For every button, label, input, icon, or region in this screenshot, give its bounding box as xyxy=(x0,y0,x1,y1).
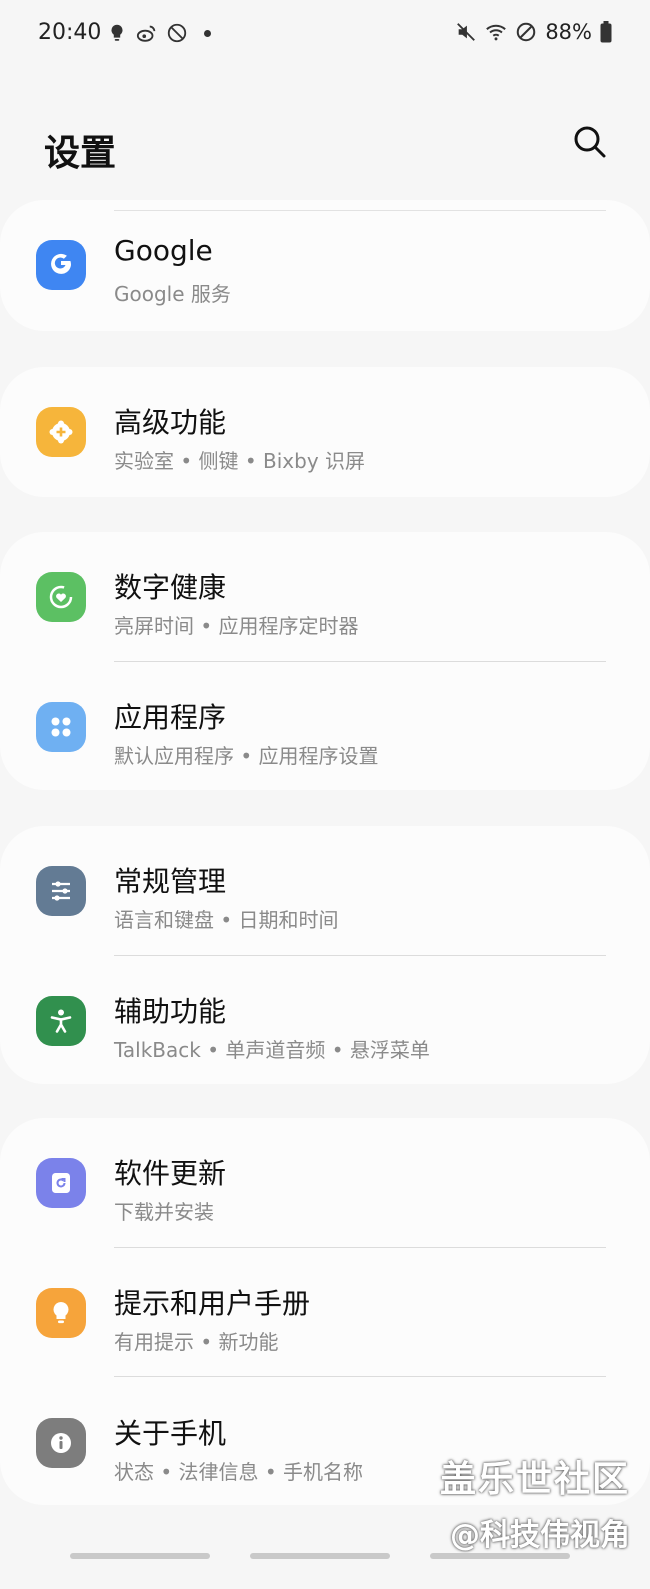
nav-recent-button[interactable] xyxy=(70,1553,210,1559)
block-icon xyxy=(515,21,537,43)
watermark-line1: 盖乐世社区 xyxy=(439,1459,630,1500)
list-item-general-management[interactable]: 常规管理 语言和键盘 • 日期和时间 xyxy=(0,826,650,956)
list-item-software-update[interactable]: 软件更新 下载并安装 xyxy=(0,1118,650,1248)
navigation-bar xyxy=(0,1545,650,1589)
sliders-icon xyxy=(36,866,86,916)
item-title: 关于手机 xyxy=(114,1417,227,1450)
list-item-apps[interactable]: 应用程序 默认应用程序 • 应用程序设置 xyxy=(0,662,650,792)
battery-icon xyxy=(600,21,612,43)
nav-back-button[interactable] xyxy=(430,1553,570,1559)
list-item-tips-manual[interactable]: 提示和用户手册 有用提示 • 新功能 xyxy=(0,1248,650,1378)
item-subtitle: 默认应用程序 • 应用程序设置 xyxy=(114,744,379,768)
divider xyxy=(114,1376,606,1377)
gear-plus-icon xyxy=(36,407,86,457)
battery-percent: 88% xyxy=(545,20,592,44)
page-title: 设置 xyxy=(44,133,117,174)
status-time: 20:40 xyxy=(38,20,102,45)
info-icon xyxy=(36,1418,86,1468)
item-title: 高级功能 xyxy=(114,406,227,439)
heart-ring-icon xyxy=(36,572,86,622)
search-icon xyxy=(574,126,606,158)
mute-icon xyxy=(455,21,477,43)
status-bar: 20:40 88% xyxy=(0,0,650,70)
wifi-icon xyxy=(485,21,507,43)
item-subtitle: 亮屏时间 • 应用程序定时器 xyxy=(114,614,359,638)
item-subtitle: 语言和键盘 • 日期和时间 xyxy=(114,908,339,932)
list-item-digital-wellbeing[interactable]: 数字健康 亮屏时间 • 应用程序定时器 xyxy=(0,532,650,662)
card-general-accessibility: 常规管理 语言和键盘 • 日期和时间 辅助功能 TalkBack • 单声道音频… xyxy=(0,826,650,1084)
item-subtitle: 实验室 • 侧键 • Bixby 识屏 xyxy=(114,449,366,473)
item-title: 数字健康 xyxy=(114,571,227,604)
card-google: Google Google 服务 xyxy=(0,200,650,331)
nav-home-button[interactable] xyxy=(250,1553,390,1559)
item-title: 应用程序 xyxy=(114,701,227,734)
list-item-advanced-features[interactable]: 高级功能 实验室 • 侧键 • Bixby 识屏 xyxy=(0,367,650,497)
item-title: Google xyxy=(114,234,213,267)
item-title: 提示和用户手册 xyxy=(114,1287,311,1320)
bulb-icon xyxy=(106,22,128,44)
accessibility-icon xyxy=(36,996,86,1046)
search-button[interactable] xyxy=(570,122,610,162)
update-icon xyxy=(36,1158,86,1208)
item-title: 辅助功能 xyxy=(114,995,227,1028)
weibo-icon xyxy=(136,22,158,44)
no-entry-icon xyxy=(166,22,188,44)
card-update-tips-about: 软件更新 下载并安装 提示和用户手册 有用提示 • 新功能 关于手机 状态 • … xyxy=(0,1118,650,1505)
notification-dot xyxy=(204,29,211,37)
watermark: 盖乐世社区 @科技伟视角 xyxy=(440,1450,630,1554)
list-item-accessibility[interactable]: 辅助功能 TalkBack • 单声道音频 • 悬浮菜单 xyxy=(0,956,650,1086)
item-subtitle: Google 服务 xyxy=(114,282,231,306)
item-subtitle: 下载并安装 xyxy=(114,1200,214,1224)
apps-grid-icon xyxy=(36,702,86,752)
card-advanced: 高级功能 实验室 • 侧键 • Bixby 识屏 xyxy=(0,367,650,497)
item-title: 常规管理 xyxy=(114,865,227,898)
item-subtitle: TalkBack • 单声道音频 • 悬浮菜单 xyxy=(114,1038,430,1062)
list-item-google[interactable]: Google Google 服务 xyxy=(0,200,650,330)
card-wellbeing-apps: 数字健康 亮屏时间 • 应用程序定时器 应用程序 默认应用程序 • 应用程序设置 xyxy=(0,532,650,790)
item-subtitle: 状态 • 法律信息 • 手机名称 xyxy=(114,1460,364,1484)
status-right: 88% xyxy=(455,20,612,44)
item-subtitle: 有用提示 • 新功能 xyxy=(114,1330,279,1354)
item-title: 软件更新 xyxy=(114,1157,227,1190)
header: 设置 xyxy=(0,110,650,180)
google-icon xyxy=(36,240,86,290)
status-left-icons xyxy=(106,22,211,44)
lightbulb-icon xyxy=(36,1288,86,1338)
